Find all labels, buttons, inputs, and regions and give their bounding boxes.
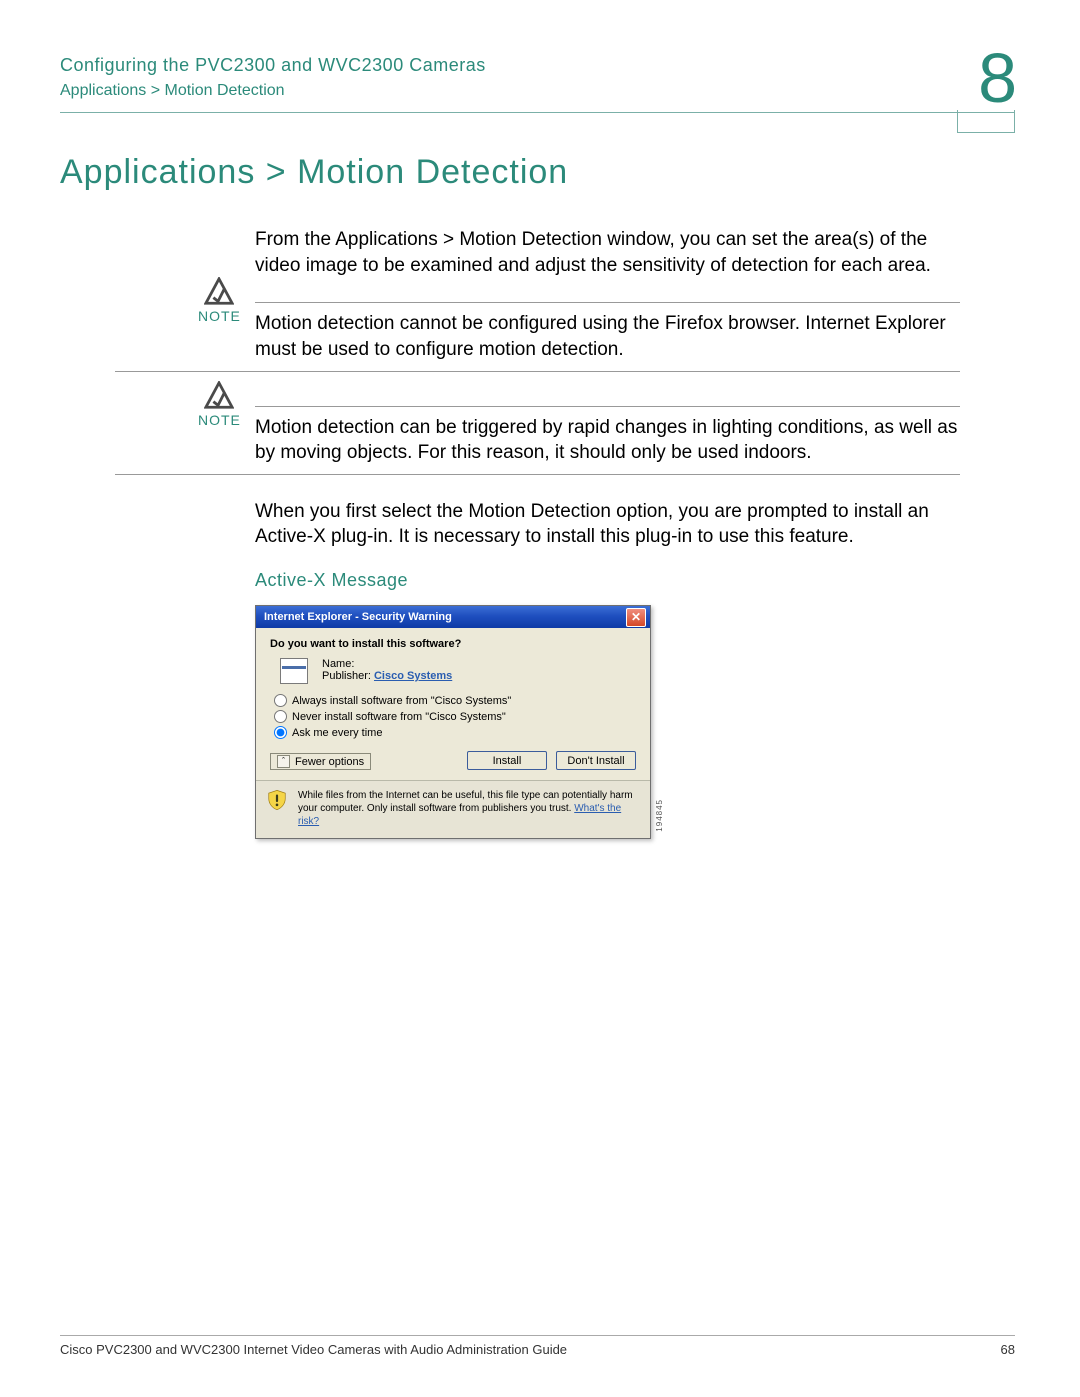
dialog-title: Internet Explorer - Security Warning [264, 611, 452, 623]
note-label: NOTE [198, 412, 241, 428]
page-header: Configuring the PVC2300 and WVC2300 Came… [60, 55, 1015, 100]
breadcrumb: Applications > Motion Detection [60, 82, 1015, 100]
sub-heading: Active-X Message [255, 570, 960, 591]
warning-panel: While files from the Internet can be use… [256, 780, 650, 838]
radio-label: Never install software from "Cisco Syste… [292, 711, 506, 723]
note-divider-top [255, 302, 960, 303]
name-label: Name: [322, 658, 354, 670]
dont-install-button[interactable]: Don't Install [556, 751, 636, 770]
radio-option-ask[interactable]: Ask me every time [274, 726, 636, 739]
footer-page-number: 68 [1001, 1342, 1015, 1357]
publisher-link[interactable]: Cisco Systems [374, 670, 452, 682]
note-block-1: NOTE Motion detection cannot be configur… [60, 302, 1015, 371]
note-text: Motion detection can be triggered by rap… [255, 415, 960, 466]
fewer-options-label: Fewer options [295, 756, 364, 768]
shield-warning-icon [266, 789, 288, 811]
radio-option-never[interactable]: Never install software from "Cisco Syste… [274, 710, 636, 723]
chapter-number: 8 [978, 43, 1015, 113]
chapter-number-frame [957, 110, 1015, 133]
intro-paragraph: From the Applications > Motion Detection… [255, 227, 960, 278]
publisher-label: Publisher: [322, 670, 371, 682]
file-type-icon [280, 658, 308, 684]
body-paragraph-2: When you first select the Motion Detecti… [255, 499, 960, 550]
header-divider [60, 112, 1015, 113]
note-divider-bottom [115, 371, 960, 372]
note-triangle-icon [204, 277, 234, 307]
radio-option-always[interactable]: Always install software from "Cisco Syst… [274, 694, 636, 707]
close-icon[interactable]: ✕ [626, 608, 646, 627]
chevron-up-icon: ˆ [277, 755, 290, 768]
page-footer: Cisco PVC2300 and WVC2300 Internet Video… [60, 1327, 1015, 1357]
radio-label: Always install software from "Cisco Syst… [292, 695, 511, 707]
dialog-titlebar[interactable]: Internet Explorer - Security Warning ✕ [256, 606, 650, 628]
footer-doc-title: Cisco PVC2300 and WVC2300 Internet Video… [60, 1342, 567, 1357]
note-label: NOTE [198, 308, 241, 324]
image-reference-number: 194845 [655, 799, 664, 832]
note-triangle-icon [204, 381, 234, 411]
dialog-question: Do you want to install this software? [270, 638, 636, 650]
chapter-title: Configuring the PVC2300 and WVC2300 Came… [60, 55, 1015, 76]
note-text: Motion detection cannot be configured us… [255, 311, 960, 362]
section-heading: Applications > Motion Detection [60, 153, 1015, 192]
note-divider-top [255, 406, 960, 407]
fewer-options-button[interactable]: ˆ Fewer options [270, 753, 371, 770]
radio-label: Ask me every time [292, 727, 382, 739]
note-block-2: NOTE Motion detection can be triggered b… [60, 406, 1015, 475]
footer-divider [60, 1335, 1015, 1336]
install-button[interactable]: Install [467, 751, 547, 770]
security-warning-dialog: Internet Explorer - Security Warning ✕ D… [255, 605, 651, 839]
note-divider-bottom [115, 474, 960, 475]
